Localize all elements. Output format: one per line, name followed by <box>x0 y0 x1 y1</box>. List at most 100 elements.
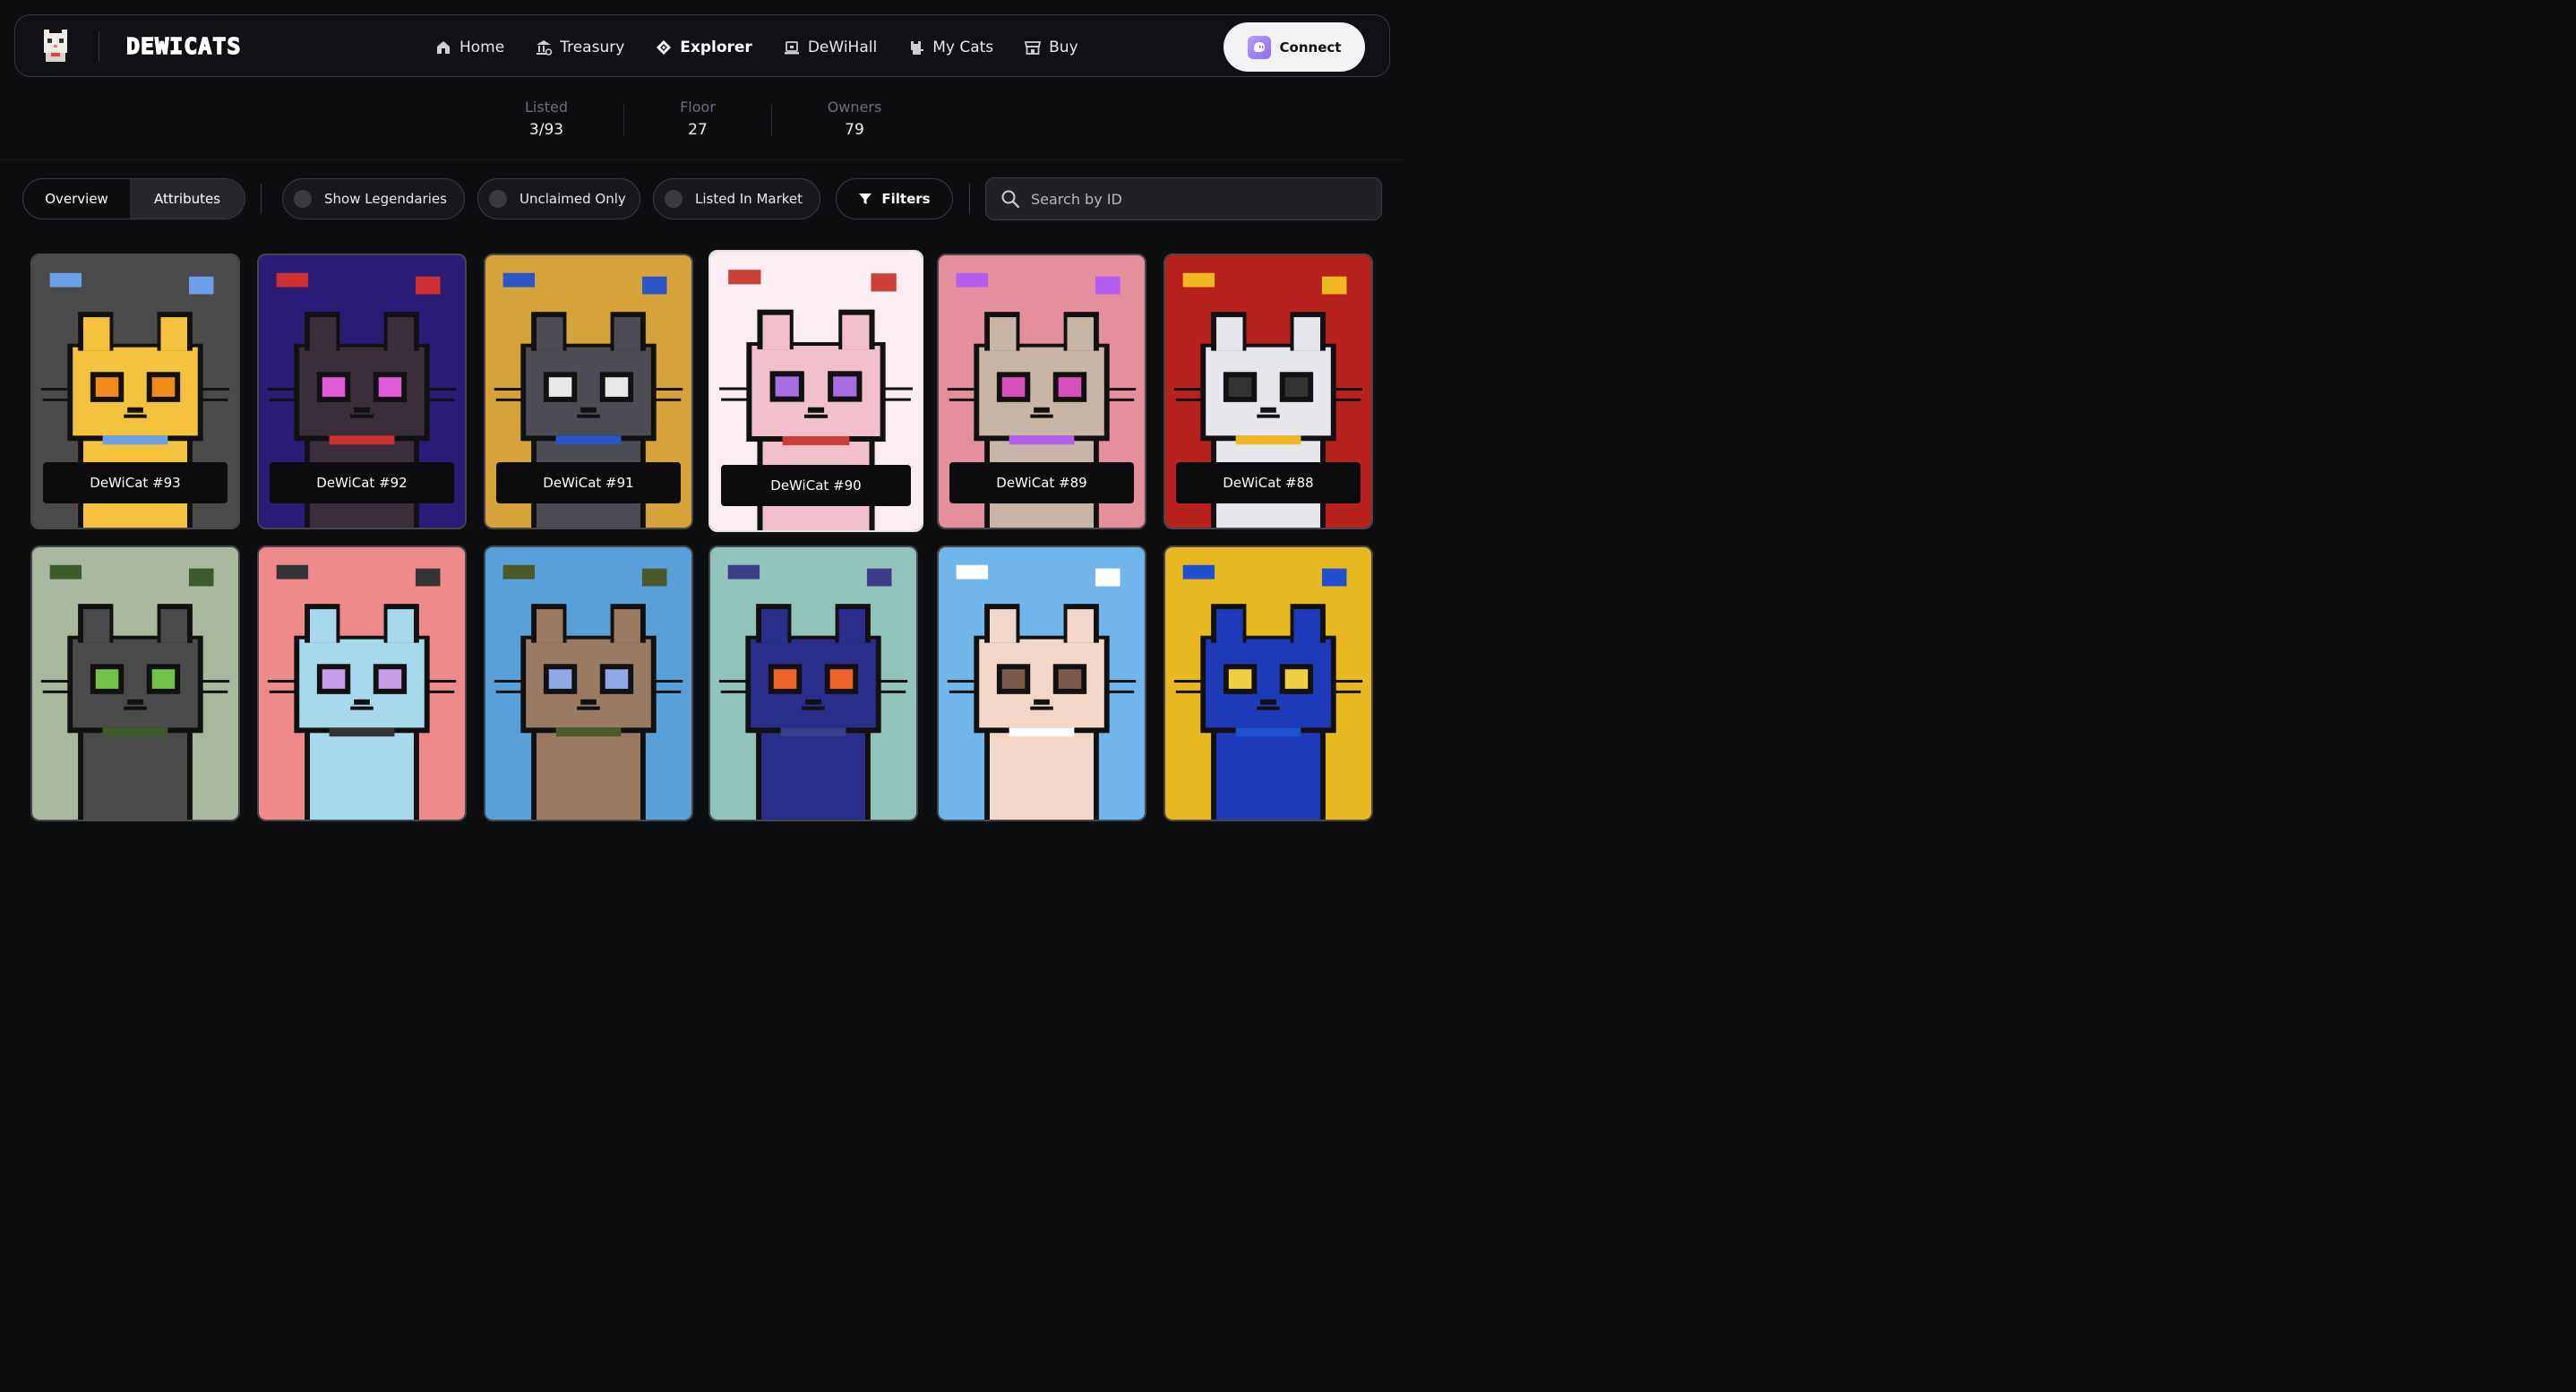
listed-in-market-label: Listed In Market <box>695 191 803 207</box>
pixel-outline <box>949 690 976 693</box>
pixel-outline <box>719 387 749 391</box>
pixel-outline <box>654 388 683 391</box>
listed-in-market-toggle[interactable]: Listed In Market <box>653 178 820 219</box>
pixel-block <box>775 376 799 397</box>
pixel-block <box>614 317 640 351</box>
cat-card[interactable] <box>937 546 1146 821</box>
cat-card-name: DeWiCat #91 <box>496 462 681 503</box>
cat-pixel-art-image <box>939 547 1145 820</box>
filters-button[interactable]: Filters <box>836 178 953 219</box>
cat-card[interactable] <box>257 546 467 821</box>
cat-card[interactable]: DeWiCat #88 <box>1163 253 1373 529</box>
pixel-outline <box>883 387 913 391</box>
cat-card[interactable]: DeWiCat #89 <box>937 253 1146 529</box>
brand-wordmark[interactable]: DEWICATS <box>125 32 241 60</box>
pixel-block <box>1009 435 1075 445</box>
pixel-block <box>1067 609 1094 643</box>
pixel-block <box>956 564 989 580</box>
pixel-block <box>160 317 187 351</box>
pixel-outline <box>40 680 70 683</box>
pixel-block <box>1235 727 1301 737</box>
cat-card[interactable] <box>484 546 693 821</box>
nav-explorer[interactable]: Explorer <box>655 37 752 58</box>
search-input[interactable] <box>1031 190 1353 208</box>
nav-my-cats[interactable]: My Cats <box>907 37 993 58</box>
cat-card[interactable]: DeWiCat #91 <box>484 253 693 529</box>
cat-card[interactable]: DeWiCat #92 <box>257 253 467 529</box>
nav-dewihall[interactable]: DeWiHall <box>783 37 877 58</box>
show-legendaries-label: Show Legendaries <box>324 191 447 207</box>
pixel-outline <box>1173 388 1203 391</box>
pixel-block <box>502 272 536 288</box>
pixel-outline <box>721 398 749 401</box>
cat-pixel-art-image <box>1165 547 1371 820</box>
pixel-block <box>548 669 572 689</box>
pixel-outline <box>718 680 748 683</box>
stat-owners-value: 79 <box>845 121 864 139</box>
pixel-outline <box>269 690 296 693</box>
stat-floor-value: 27 <box>688 121 708 139</box>
pixel-outline <box>1173 680 1203 683</box>
home-icon <box>437 41 450 54</box>
tab-overview[interactable]: Overview <box>23 179 130 219</box>
cat-card[interactable] <box>708 546 918 821</box>
pixel-block <box>151 669 176 689</box>
toggle-indicator <box>489 190 507 208</box>
pixel-block <box>548 377 572 397</box>
pixel-block <box>415 276 441 295</box>
section-divider <box>0 159 1404 160</box>
pixel-block <box>1284 669 1309 689</box>
pixel-outline <box>947 388 976 391</box>
cat-logo-icon[interactable] <box>40 30 71 64</box>
nav-dewihall-label: DeWiHall <box>807 39 878 56</box>
collection-stats: Listed 3/93 Floor 27 Owners 79 <box>484 99 914 143</box>
pixel-outline <box>1334 388 1363 391</box>
show-legendaries-toggle[interactable]: Show Legendaries <box>282 178 465 219</box>
pixel-block <box>329 435 395 445</box>
pixel-outline <box>577 414 600 418</box>
connect-wallet-button[interactable]: Connect <box>1224 22 1365 72</box>
pixel-outline <box>495 398 523 401</box>
pixel-block <box>728 270 761 285</box>
pixel-block <box>310 724 414 820</box>
diamond-icon <box>657 40 672 55</box>
pixel-block <box>387 609 414 643</box>
pixel-outline <box>1030 414 1053 418</box>
pixel-block <box>83 609 110 643</box>
nav-treasury[interactable]: Treasury <box>535 37 624 58</box>
pixel-block <box>780 727 846 737</box>
cat-card[interactable] <box>1163 546 1373 821</box>
nav-home[interactable]: Home <box>434 37 504 58</box>
pixel-block <box>762 314 790 350</box>
pixel-outline <box>494 680 523 683</box>
pixel-block <box>1235 435 1301 445</box>
pixel-block <box>1216 724 1320 820</box>
cat-card[interactable]: DeWiCat #93 <box>30 253 240 529</box>
cat-card[interactable] <box>30 546 240 821</box>
pixel-block <box>641 568 667 587</box>
pixel-outline <box>1260 407 1276 413</box>
tab-attributes[interactable]: Attributes <box>130 179 245 219</box>
filter-icon <box>859 193 872 204</box>
cat-card[interactable]: DeWiCat #90 <box>708 250 923 532</box>
pixel-block <box>1293 317 1320 351</box>
nav-home-label: Home <box>459 39 505 56</box>
unclaimed-only-toggle[interactable]: Unclaimed Only <box>477 178 640 219</box>
stat-owners-label: Owners <box>827 99 882 116</box>
pixel-outline <box>1030 706 1053 710</box>
toolbar-divider <box>969 184 970 214</box>
pixel-block <box>322 669 346 689</box>
pixel-outline <box>201 680 230 683</box>
pixel-block <box>990 724 1094 820</box>
pixel-block <box>1321 568 1347 587</box>
pixel-outline <box>1257 414 1280 418</box>
pixel-block <box>310 317 337 351</box>
unclaimed-only-label: Unclaimed Only <box>519 191 626 207</box>
pixel-outline <box>127 407 143 413</box>
pixel-outline <box>1107 690 1135 693</box>
pixel-outline <box>577 706 600 710</box>
nav-buy[interactable]: Buy <box>1024 37 1078 58</box>
toolbar-divider <box>261 184 262 214</box>
pixel-block <box>310 609 337 643</box>
pixel-block <box>838 609 865 643</box>
